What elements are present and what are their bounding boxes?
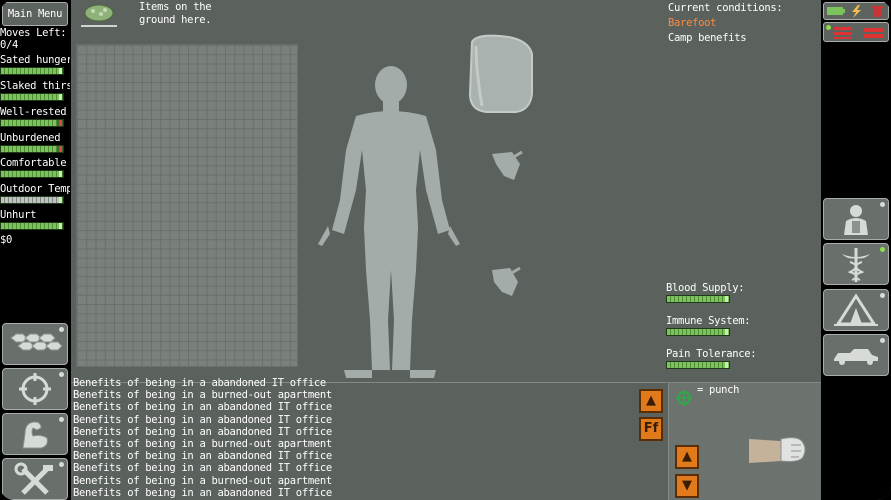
backpack-slot-icon[interactable] — [468, 34, 533, 113]
vehicle-button[interactable] — [823, 334, 889, 376]
readout-label: Immune System: — [666, 315, 751, 327]
hunger-bar — [0, 67, 64, 75]
log-message: Benefits of being in a burned-out apartm… — [73, 438, 332, 451]
ground-label: Items on the ground here. — [139, 1, 212, 26]
glove-slot-top-icon[interactable] — [492, 150, 523, 180]
strength-button[interactable] — [2, 413, 68, 455]
crosshair-icon — [19, 373, 51, 405]
body-silhouette[interactable] — [318, 66, 460, 378]
glove-slot-bottom-icon[interactable] — [492, 266, 521, 296]
rest-bar — [0, 119, 64, 127]
log-message: Benefits of being in an abandoned IT off… — [73, 401, 332, 414]
money: $0 — [0, 234, 70, 246]
stat-thirst: Slaked thirst — [0, 80, 70, 101]
attack-prev-button[interactable]: ▲ — [675, 445, 699, 469]
right-panel — [821, 0, 891, 500]
person-icon — [844, 205, 868, 235]
comfort-bar — [0, 170, 64, 178]
lightning-icon[interactable] — [852, 5, 861, 18]
arrow-up-icon: ▲ — [646, 393, 656, 408]
stat-burden: Unburdened — [0, 132, 70, 153]
burden-bar — [0, 145, 64, 153]
stat-health: Unhurt — [0, 209, 70, 230]
attack-target-icon — [676, 390, 692, 406]
attack-next-button[interactable]: ▼ — [675, 474, 699, 498]
stat-label: Outdoor Temp — [0, 183, 70, 195]
pain-tolerance: Pain Tolerance: — [666, 348, 757, 369]
fist-icon[interactable] — [747, 431, 809, 469]
attack-label: = punch — [697, 384, 740, 396]
stat-temp: Outdoor Temp — [0, 183, 70, 204]
log-message: Benefits of being in a burned-out apartm… — [73, 389, 332, 402]
status-panel: Main Menu Moves Left: 0/4 Sated hunger S… — [0, 0, 71, 320]
stat-hunger: Sated hunger — [0, 54, 70, 75]
pain-tolerance-bar — [666, 361, 730, 369]
stat-rest: Well-rested — [0, 106, 70, 127]
money-value: $0 — [0, 234, 13, 246]
log-message: Benefits of being in an abandoned IT off… — [73, 450, 332, 463]
map-button[interactable] — [2, 323, 68, 365]
medical-button[interactable] — [823, 243, 889, 285]
immune-system: Immune System: — [666, 315, 751, 336]
readout-label: Blood Supply: — [666, 282, 745, 294]
log-message: Benefits of being in an abandoned IT off… — [73, 413, 332, 426]
body-equipment-area — [318, 34, 533, 378]
log-message: Benefits of being in a burned-out apartm… — [73, 474, 332, 487]
immune-system-bar — [666, 328, 730, 336]
log-message: Benefits of being in a abandoned IT offi… — [73, 377, 326, 389]
font-size-label: Ff — [643, 421, 659, 436]
target-button[interactable] — [2, 368, 68, 410]
moves-left: Moves Left: 0/4 — [0, 27, 70, 51]
flexed-arm-icon — [22, 421, 48, 449]
camp-button[interactable] — [823, 289, 889, 331]
condition-camp-benefits[interactable]: Camp benefits — [668, 31, 782, 46]
attack-panel: = punch ▲ ▼ — [668, 382, 821, 500]
log-list: Benefits of being in a abandoned IT offi… — [73, 377, 373, 499]
car-icon — [834, 349, 878, 365]
battery-icon[interactable] — [827, 7, 845, 15]
stat-label: Unhurt — [0, 209, 37, 221]
blood-supply: Blood Supply: — [666, 282, 745, 303]
ground-pile-icon — [81, 4, 117, 27]
craft-button[interactable] — [2, 458, 68, 500]
condition-barefoot[interactable]: Barefoot — [668, 16, 782, 31]
stat-label: Sated hunger — [0, 54, 70, 66]
main-menu-button[interactable]: Main Menu — [2, 2, 68, 26]
log-scroll-up-button[interactable]: ▲ — [639, 389, 663, 413]
health-bar — [0, 222, 64, 230]
ground-inventory-grid[interactable] — [76, 44, 298, 367]
hex-map-icon — [10, 333, 63, 351]
stat-comfort: Comfortable — [0, 157, 70, 178]
game-screen: Main Menu Moves Left: 0/4 Sated hunger S… — [0, 0, 891, 500]
readout-label: Pain Tolerance: — [666, 348, 757, 360]
tent-icon — [834, 293, 878, 326]
conditions-header: Current conditions: — [668, 2, 783, 14]
blood-supply-bar — [666, 295, 730, 303]
stack-icon[interactable] — [864, 28, 884, 38]
character-button[interactable] — [823, 198, 889, 240]
caduceus-icon — [842, 248, 870, 282]
moves-left-label: Moves Left: — [0, 27, 67, 39]
trash-icon[interactable] — [872, 6, 884, 17]
log-message: Benefits of being in an abandoned IT off… — [73, 425, 332, 438]
moves-left-value: 0/4 — [0, 39, 19, 51]
toolbar-top — [823, 2, 889, 20]
thirst-bar — [0, 93, 64, 101]
arrow-down-icon: ▼ — [682, 478, 692, 493]
log-message: Benefits of being in an abandoned IT off… — [73, 462, 332, 475]
tools-icon — [14, 462, 53, 495]
stat-label: Slaked thirst — [0, 80, 70, 92]
arrow-up-icon: ▲ — [682, 449, 692, 464]
stat-label: Comfortable — [0, 157, 67, 169]
stat-label: Unburdened — [0, 132, 61, 144]
log-message: Benefits of being in an abandoned IT off… — [73, 486, 332, 499]
font-size-button[interactable]: Ff — [639, 417, 663, 441]
message-log: Benefits of being in a abandoned IT offi… — [71, 377, 667, 500]
stat-label: Well-rested — [0, 106, 67, 118]
temp-bar — [0, 196, 64, 204]
list-icon[interactable] — [834, 27, 852, 39]
toolbar-second — [823, 22, 889, 42]
conditions-panel: Current conditions: Barefoot Camp benefi… — [668, 1, 783, 46]
